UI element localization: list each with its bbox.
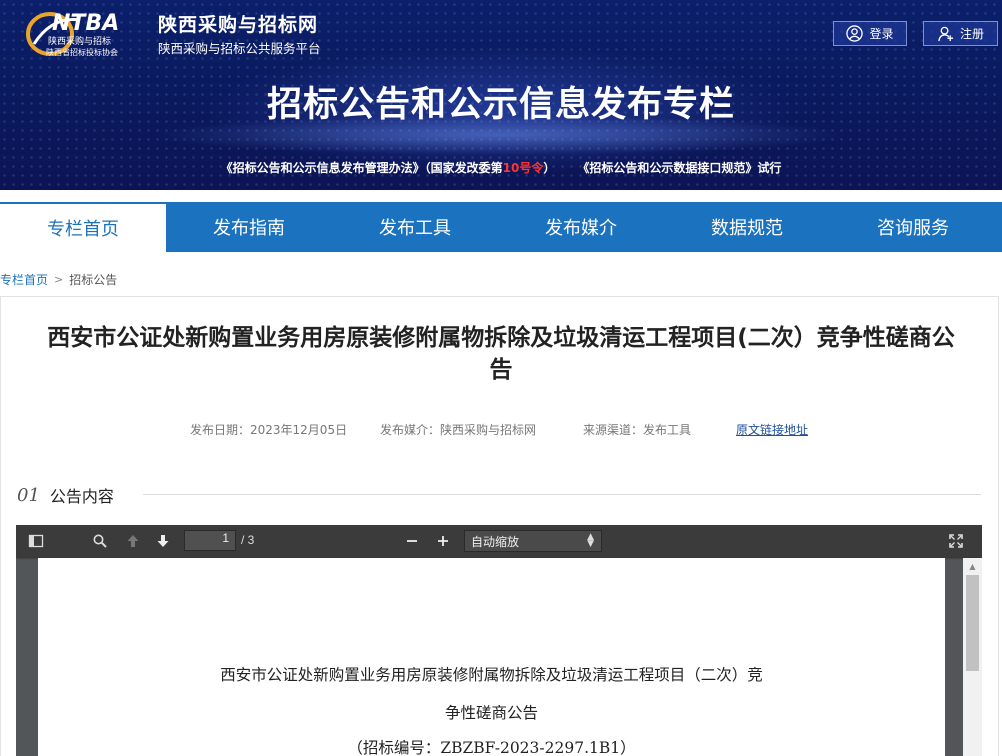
section-heading: 01 公告内容 [17, 483, 114, 507]
breadcrumb-home-link[interactable]: 专栏首页 [0, 271, 48, 288]
register-button[interactable]: 注册 [923, 21, 998, 46]
ntba-logo-icon: NTBA 陕西采购与招标 陕西省招标投标协会 [26, 11, 119, 57]
nav-item-tools[interactable]: 发布工具 [332, 202, 498, 252]
fullscreen-icon[interactable] [946, 531, 966, 551]
pdf-toolbar: 1 / 3 自动缩放 ▲ ▼ [16, 525, 982, 557]
login-button[interactable]: 登录 [833, 21, 907, 46]
publish-date: 发布日期：2023年12月05日 [190, 423, 348, 437]
zoom-select[interactable]: 自动缩放 ▲ ▼ [464, 530, 602, 552]
nav-item-consulting[interactable]: 咨询服务 [830, 202, 996, 252]
pdf-page: 西安市公证处新购置业务用房原装修附属物拆除及垃圾清运工程项目（二次）竞 争性磋商… [38, 558, 945, 756]
pdf-scrollbar[interactable]: ▲ [963, 558, 982, 756]
previous-page-icon[interactable] [123, 531, 143, 551]
original-link[interactable]: 原文链接地址 [736, 421, 808, 438]
sidebar-toggle-icon[interactable] [26, 531, 46, 551]
article-title: 西安市公证处新购置业务用房原装修附属物拆除及垃圾清运工程项目(二次）竞争性磋商公… [0, 322, 1002, 386]
policy-link-interface-spec[interactable]: 《招标公告和公示数据接口规范》试行 [577, 161, 781, 175]
policy-link-management[interactable]: 《招标公告和公示信息发布管理办法》（国家发改委第10号令） [221, 161, 556, 175]
main-nav: 专栏首页 发布指南 发布工具 发布媒介 数据规范 咨询服务 [0, 202, 1002, 252]
page-number-input[interactable]: 1 [184, 530, 236, 551]
site-subtitle: 陕西采购与招标公共服务平台 [158, 41, 321, 56]
pdf-viewer[interactable]: 1 / 3 自动缩放 ▲ ▼ 西安市公证处新购置业务用房原装修附属物拆除及垃圾清运… [16, 525, 982, 756]
search-icon[interactable] [90, 531, 110, 551]
nav-item-guide[interactable]: 发布指南 [166, 202, 332, 252]
svg-text:陕西采购与招标: 陕西采购与招标 [48, 35, 111, 47]
section-number: 01 [17, 484, 40, 506]
site-name: 陕西采购与招标网 [158, 14, 319, 36]
header-banner: NTBA 陕西采购与招标 陕西省招标投标协会 陕西采购与招标网 陕西采购与招标公… [0, 0, 1002, 190]
source-channel: 来源渠道：发布工具 [583, 423, 692, 437]
breadcrumb-current: 招标公告 [69, 273, 118, 287]
publish-media: 发布媒介：陕西采购与招标网 [380, 423, 537, 437]
nav-item-data-spec[interactable]: 数据规范 [664, 202, 830, 252]
user-circle-icon [846, 25, 864, 42]
nav-item-home[interactable]: 专栏首页 [0, 202, 166, 252]
article-title-line2: 告 [489, 357, 513, 383]
select-arrows-icon: ▲ ▼ [587, 532, 594, 549]
login-label: 登录 [869, 27, 894, 41]
scroll-up-icon[interactable]: ▲ [963, 558, 982, 574]
zoom-in-icon[interactable] [433, 531, 453, 551]
register-label: 注册 [959, 27, 984, 41]
doc-title-line1: 西安市公证处新购置业务用房原装修附属物拆除及垃圾清运工程项目（二次）竞 [220, 666, 763, 684]
svg-text:NTBA: NTBA [52, 11, 119, 36]
doc-title-line2: 争性磋商公告 [444, 704, 538, 722]
breadcrumb: 专栏首页 > 招标公告 [0, 271, 117, 288]
next-page-icon[interactable] [153, 531, 173, 551]
nav-item-media[interactable]: 发布媒介 [498, 202, 664, 252]
zoom-value: 自动缩放 [471, 534, 520, 549]
section-divider [143, 494, 981, 495]
user-add-icon [938, 26, 954, 42]
scroll-thumb[interactable] [966, 575, 979, 671]
chevron-right-icon: > [54, 273, 64, 286]
policy-order-number: 10号令 [502, 161, 544, 175]
page-total: / 3 [241, 533, 255, 547]
doc-bid-number: （招标编号：ZBZBF-2023-2297.1B1） [347, 739, 636, 756]
banner-title: 招标公告和公示信息发布专栏 [266, 85, 735, 125]
article-title-line1: 西安市公证处新购置业务用房原装修附属物拆除及垃圾清运工程项目(二次）竞争性磋商公 [47, 325, 955, 351]
site-logo[interactable]: NTBA 陕西采购与招标 陕西省招标投标协会 [22, 6, 152, 58]
zoom-out-icon[interactable] [402, 531, 422, 551]
section-label: 公告内容 [49, 487, 114, 506]
policy-line: 《招标公告和公示信息发布管理办法》（国家发改委第10号令） 《招标公告和公示数据接… [0, 159, 1002, 176]
svg-text:陕西省招标投标协会: 陕西省招标投标协会 [46, 47, 118, 57]
